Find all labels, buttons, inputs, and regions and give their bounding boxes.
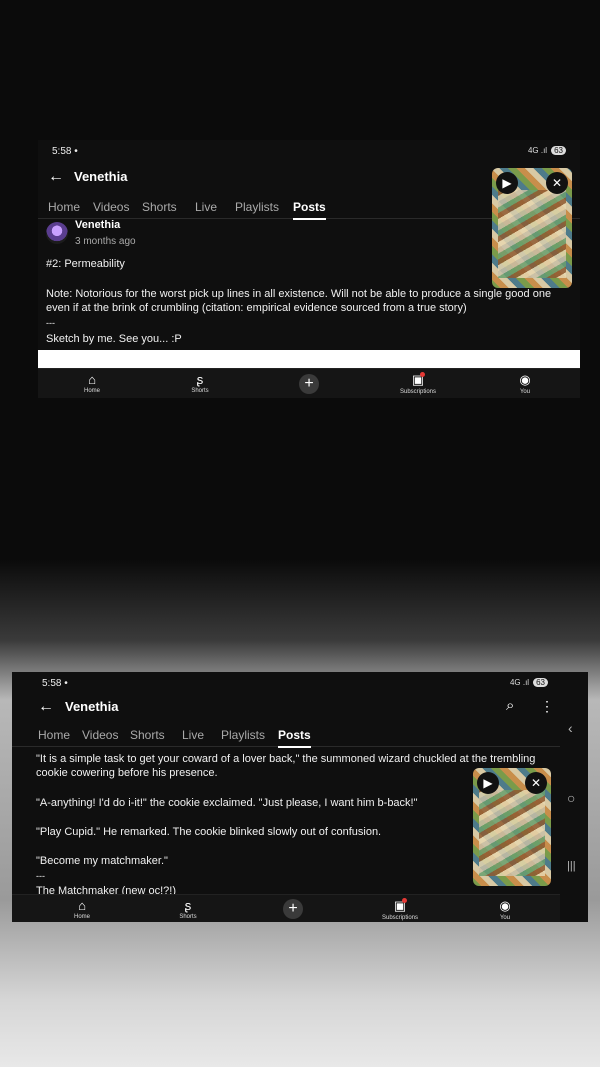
avatar-icon: ◉ [499, 898, 511, 913]
chevron-left-icon[interactable]: ‹ [568, 720, 573, 736]
channel-title: Venethia [74, 169, 128, 184]
status-indicators: 4G .ıl 63 [528, 146, 566, 155]
bottom-navbar: ⌂ Home ʂ Shorts + ▣ Subscriptions ◉ You [38, 368, 580, 398]
status-indicators: 4G .ıl 63 [510, 678, 548, 687]
more-vert-icon[interactable]: ⋮ [540, 698, 554, 715]
screenshot-panel-top: 5:58 • 4G .ıl 63 ← Venethia Home Videos … [38, 140, 580, 398]
subscriptions-icon: ▣ [411, 372, 425, 387]
nav-home[interactable]: ⌂ Home [62, 372, 122, 394]
post-note: Note: Notorious for the worst pick up li… [46, 288, 555, 314]
tab-playlists[interactable]: Playlists [221, 728, 265, 742]
subscriptions-icon: ▣ [393, 898, 407, 913]
home-icon: ⌂ [88, 372, 96, 387]
battery-indicator: 63 [551, 146, 566, 155]
tab-posts[interactable]: Posts [278, 728, 311, 748]
tab-posts[interactable]: Posts [293, 200, 326, 220]
post-separator: --- [46, 318, 55, 328]
signal-indicator: 4G .ıl [527, 146, 548, 155]
play-icon[interactable]: ▶ [477, 772, 499, 794]
tab-live[interactable]: Live [195, 200, 217, 214]
post-paragraph: "Become my matchmaker." [36, 855, 168, 867]
nav-home[interactable]: ⌂ Home [52, 898, 112, 920]
channel-avatar[interactable] [46, 222, 68, 244]
recents-icon[interactable]: ||| [567, 860, 576, 872]
post-image[interactable] [38, 350, 580, 368]
post-paragraph: "Play Cupid." He remarked. The cookie bl… [36, 826, 382, 838]
status-bar: 5:58 • 4G .ıl 63 [38, 146, 580, 160]
shorts-icon: ʂ [184, 898, 192, 913]
bottom-navbar: ⌂ Home ʂ Shorts + ▣ Subscriptions ◉ You [12, 894, 560, 922]
post-sketch-line: Sketch by me. See you... :P [46, 333, 182, 345]
nav-you[interactable]: ◉ You [475, 898, 535, 921]
status-time: 5:58 • [52, 146, 78, 157]
circle-icon[interactable]: ○ [567, 790, 575, 806]
channel-tabs: Home Videos Shorts Live Playlists Posts [12, 724, 560, 748]
tab-shorts[interactable]: Shorts [142, 200, 177, 214]
nav-shorts[interactable]: ʂ Shorts [170, 372, 230, 394]
back-arrow-icon[interactable]: ← [38, 698, 54, 716]
plus-icon[interactable]: + [299, 374, 319, 394]
signal-indicator: 4G .ıl [509, 678, 530, 687]
pip-video[interactable]: ▶ ✕ [492, 168, 572, 288]
tab-playlists[interactable]: Playlists [235, 200, 279, 214]
tab-live[interactable]: Live [182, 728, 204, 742]
nav-subscriptions[interactable]: ▣ Subscriptions [370, 898, 430, 921]
search-icon[interactable]: ⌕ [506, 697, 514, 714]
avatar-icon: ◉ [519, 372, 531, 387]
plus-icon[interactable]: + [283, 899, 303, 919]
battery-indicator: 63 [533, 678, 548, 687]
tab-shorts[interactable]: Shorts [130, 728, 165, 742]
tab-home[interactable]: Home [48, 200, 80, 214]
close-icon[interactable]: ✕ [525, 772, 547, 794]
post-author[interactable]: Venethia [75, 219, 120, 231]
pip-thumbnail [479, 790, 545, 876]
channel-header: ← Venethia ⌕ ⋮ [12, 696, 588, 720]
status-bar: 5:58 • 4G .ıl 63 [12, 678, 588, 692]
tab-videos[interactable]: Videos [93, 200, 129, 214]
home-icon: ⌂ [78, 898, 86, 913]
post-separator: --- [36, 871, 45, 881]
post-time: 3 months ago [75, 236, 136, 247]
status-time: 5:58 • [42, 678, 68, 689]
tab-home[interactable]: Home [38, 728, 70, 742]
post-paragraph: "A-anything! I'd do i-it!" the cookie ex… [36, 797, 418, 809]
notification-dot [420, 372, 425, 377]
screenshot-panel-bottom: 5:58 • 4G .ıl 63 ← Venethia ⌕ ⋮ Home Vid… [12, 672, 588, 922]
pip-thumbnail [498, 190, 566, 278]
back-arrow-icon[interactable]: ← [48, 168, 64, 186]
nav-subscriptions[interactable]: ▣ Subscriptions [388, 372, 448, 395]
tab-videos[interactable]: Videos [82, 728, 118, 742]
play-icon[interactable]: ▶ [496, 172, 518, 194]
channel-title: Venethia [65, 699, 119, 714]
close-icon[interactable]: ✕ [546, 172, 568, 194]
notification-dot [402, 898, 407, 903]
pip-video[interactable]: ▶ ✕ [473, 768, 551, 886]
nav-you[interactable]: ◉ You [495, 372, 555, 395]
nav-shorts[interactable]: ʂ Shorts [158, 898, 218, 920]
shorts-icon: ʂ [196, 372, 204, 387]
